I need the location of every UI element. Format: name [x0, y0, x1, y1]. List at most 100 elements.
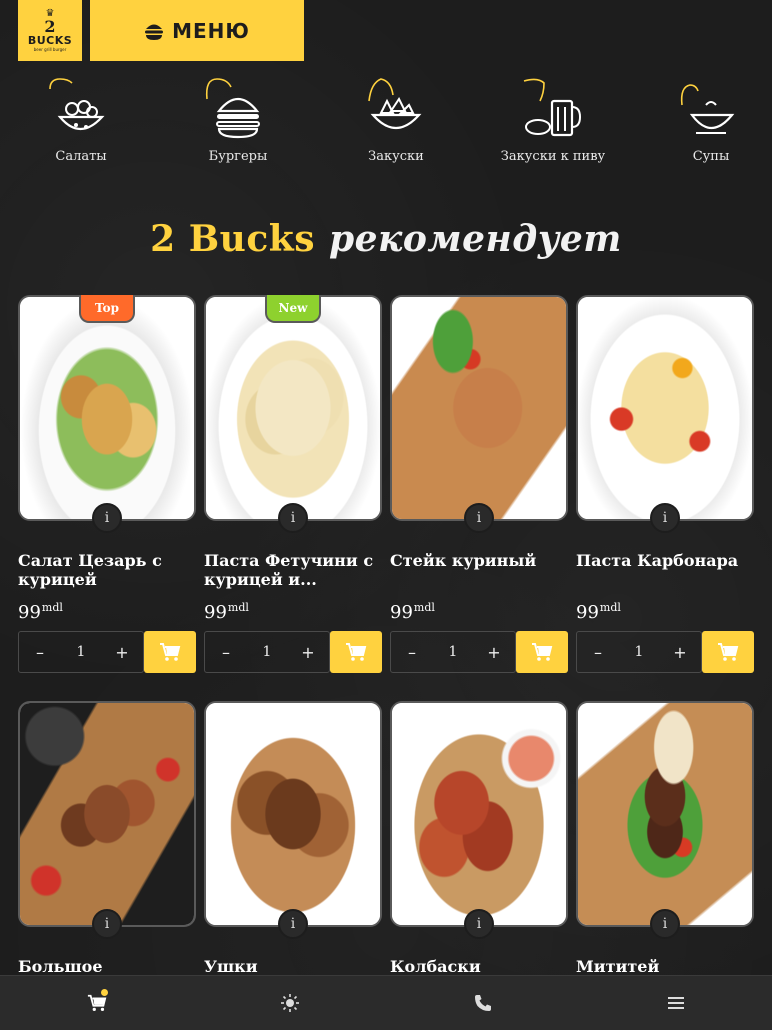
- price-value: 99: [390, 602, 413, 623]
- phone-icon: [474, 995, 491, 1011]
- dish-image: [206, 297, 380, 519]
- brand-logo[interactable]: ♛ 2 BUCKS beer grill burger: [18, 0, 82, 61]
- product-price: 99mdl: [18, 601, 196, 623]
- product-name: Салат Цезарь с курицей: [18, 551, 162, 589]
- menu-button-label: МЕНЮ: [172, 18, 250, 43]
- menu-button[interactable]: МЕНЮ: [90, 0, 304, 61]
- price-currency: mdl: [41, 601, 63, 614]
- quantity-value[interactable]: 1: [263, 644, 272, 660]
- section-heading: рекомендует: [328, 218, 622, 260]
- burger-category-icon: [205, 78, 260, 139]
- quantity-value[interactable]: 1: [635, 644, 644, 660]
- product-photo[interactable]: i: [390, 295, 568, 533]
- product-photo[interactable]: i: [576, 295, 754, 533]
- category-bar: Салаты Бургеры Закуски Закуски к пиву Су…: [0, 75, 772, 180]
- product-card: i Большое: [18, 701, 196, 997]
- nav-phone[interactable]: [386, 976, 579, 1030]
- product-name: Стейк куриный: [390, 551, 537, 570]
- quantity-row: – 1 +: [390, 631, 568, 673]
- snacks-bowl-icon: [368, 78, 422, 130]
- product-name: Паста Карбонара: [576, 551, 739, 570]
- product-price: 99mdl: [390, 601, 568, 623]
- increase-button[interactable]: +: [287, 632, 329, 672]
- price-value: 99: [18, 602, 41, 623]
- add-to-cart-button[interactable]: [516, 631, 568, 673]
- product-card: New i Паста Фетучини с курицей и... 99md…: [204, 295, 382, 673]
- product-photo[interactable]: i: [18, 701, 196, 939]
- quantity-row: – 1 +: [204, 631, 382, 673]
- dish-image: [206, 703, 380, 925]
- price-value: 99: [576, 602, 599, 623]
- category-label: Бургеры: [208, 149, 268, 164]
- cart-icon: [532, 643, 553, 661]
- info-button[interactable]: i: [650, 503, 680, 533]
- product-card: i Паста Карбонара 99mdl – 1 +: [576, 295, 754, 673]
- product-photo[interactable]: i: [204, 701, 382, 939]
- product-card: i Ушки: [204, 701, 382, 997]
- hamburger-menu-icon: [667, 997, 684, 1009]
- cart-badge-dot: [100, 989, 108, 996]
- quantity-value[interactable]: 1: [77, 644, 86, 660]
- salad-bowl-icon: [49, 78, 105, 131]
- category-label: Закуски: [368, 149, 424, 164]
- top-badge: Top: [79, 295, 135, 323]
- category-label: Супы: [692, 149, 730, 164]
- category-soups[interactable]: Супы: [646, 75, 772, 175]
- category-label: Салаты: [55, 149, 107, 164]
- increase-button[interactable]: +: [473, 632, 515, 672]
- product-price: 99mdl: [204, 601, 382, 623]
- category-beer-snacks[interactable]: Закуски к пиву: [488, 75, 618, 175]
- info-button[interactable]: i: [92, 503, 122, 533]
- product-card: Top i Салат Цезарь с курицей 99mdl – 1 +: [18, 295, 196, 673]
- increase-button[interactable]: +: [101, 632, 143, 672]
- nav-theme-toggle[interactable]: [193, 976, 386, 1030]
- quantity-stepper: – 1 +: [390, 631, 516, 673]
- decrease-button[interactable]: –: [19, 632, 61, 672]
- quantity-row: – 1 +: [576, 631, 754, 673]
- bottom-navigation: [0, 975, 772, 1030]
- quantity-stepper: – 1 +: [204, 631, 330, 673]
- product-card: i Мититей: [576, 701, 754, 997]
- add-to-cart-button[interactable]: [702, 631, 754, 673]
- info-button[interactable]: i: [464, 909, 494, 939]
- product-photo[interactable]: i: [390, 701, 568, 939]
- info-button[interactable]: i: [278, 503, 308, 533]
- decrease-button[interactable]: –: [205, 632, 247, 672]
- cart-icon: [718, 643, 739, 661]
- category-snacks[interactable]: Закуски: [331, 75, 461, 175]
- cart-icon: [160, 643, 181, 661]
- category-salads[interactable]: Салаты: [16, 75, 146, 175]
- add-to-cart-button[interactable]: [330, 631, 382, 673]
- product-card: i Стейк куриный 99mdl – 1 +: [390, 295, 568, 673]
- add-to-cart-button[interactable]: [144, 631, 196, 673]
- quantity-row: – 1 +: [18, 631, 196, 673]
- info-button[interactable]: i: [650, 909, 680, 939]
- info-button[interactable]: i: [464, 503, 494, 533]
- quantity-stepper: – 1 +: [18, 631, 144, 673]
- quantity-value[interactable]: 1: [449, 644, 458, 660]
- soup-bowl-icon: [680, 84, 735, 134]
- dish-image: [392, 703, 566, 925]
- nav-menu[interactable]: [579, 976, 772, 1030]
- logo-tagline: beer grill burger: [33, 46, 67, 52]
- nav-cart[interactable]: [0, 976, 193, 1030]
- decrease-button[interactable]: –: [577, 632, 619, 672]
- price-currency: mdl: [413, 601, 435, 614]
- section-brand: 2 Bucks: [150, 218, 315, 260]
- info-button[interactable]: i: [92, 909, 122, 939]
- decrease-button[interactable]: –: [391, 632, 433, 672]
- logo-wordmark: BUCKS: [27, 33, 73, 47]
- product-photo[interactable]: i: [576, 701, 754, 939]
- price-currency: mdl: [227, 601, 249, 614]
- sun-icon: [280, 994, 299, 1012]
- info-button[interactable]: i: [278, 909, 308, 939]
- product-photo[interactable]: New i: [204, 295, 382, 533]
- dish-image: [578, 703, 752, 925]
- increase-button[interactable]: +: [659, 632, 701, 672]
- new-badge: New: [265, 295, 321, 323]
- product-photo[interactable]: Top i: [18, 295, 196, 533]
- product-name: Паста Фетучини с курицей и...: [204, 551, 374, 589]
- beer-snacks-icon: [523, 78, 582, 137]
- category-burgers[interactable]: Бургеры: [173, 75, 303, 175]
- logo-number: 2: [44, 16, 56, 36]
